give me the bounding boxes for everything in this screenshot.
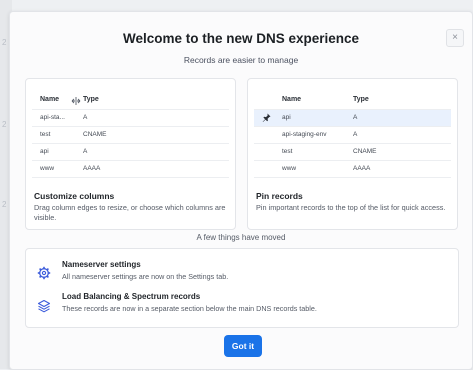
dialog-subtitle: Records are easier to manage bbox=[183, 55, 299, 65]
card-description: Drag column edges to resize, or choose w… bbox=[34, 203, 226, 222]
pin-icon bbox=[262, 113, 271, 124]
gear-icon bbox=[37, 266, 51, 280]
moved-item-title: Load Balancing & Spectrum records bbox=[62, 292, 201, 301]
background-mark: 2 bbox=[2, 38, 7, 47]
dialog-title: Welcome to the new DNS experience bbox=[122, 31, 360, 46]
table-row: test CNAME bbox=[32, 127, 229, 144]
record-type: AAAA bbox=[83, 165, 101, 172]
table-row: api-staging-env A bbox=[254, 127, 451, 144]
record-type: CNAME bbox=[83, 131, 107, 138]
moved-item-description: These records are now in a separate sect… bbox=[62, 304, 317, 313]
close-icon: × bbox=[452, 32, 458, 43]
record-type: A bbox=[83, 114, 88, 121]
table-row: www AAAA bbox=[254, 161, 451, 178]
welcome-dialog: Welcome to the new DNS experience Record… bbox=[9, 11, 473, 370]
table-row: api A bbox=[32, 144, 229, 161]
customize-columns-card: Name Type api-sta... A test CNAME api A … bbox=[25, 78, 236, 230]
record-type: A bbox=[353, 114, 358, 121]
moved-heading: A few things have moved bbox=[196, 233, 286, 242]
record-name: www bbox=[40, 165, 55, 172]
preview-table: Name Type api-sta... A test CNAME api A … bbox=[32, 89, 229, 178]
table-row-pinned: api A bbox=[254, 110, 451, 127]
record-type: CNAME bbox=[353, 148, 377, 155]
record-name: www bbox=[282, 165, 297, 172]
card-title: Pin records bbox=[256, 191, 303, 201]
record-name: api-staging-env bbox=[282, 131, 327, 138]
preview-table: Name Type api A api-staging-env A test C… bbox=[254, 89, 451, 178]
layers-icon bbox=[37, 299, 51, 313]
column-header-type: Type bbox=[83, 96, 99, 103]
column-resize-icon bbox=[71, 97, 81, 107]
table-row: api-sta... A bbox=[32, 110, 229, 127]
moved-item-description: All nameserver settings are now on the S… bbox=[62, 272, 229, 281]
record-name: api bbox=[40, 148, 49, 155]
record-name: api-sta... bbox=[40, 114, 65, 121]
background-mark: 2 bbox=[2, 200, 7, 209]
pin-records-card: Name Type api A api-staging-env A test C… bbox=[247, 78, 458, 230]
card-description: Pin important records to the top of the … bbox=[256, 203, 446, 212]
moved-items-panel: Nameserver settings All nameserver setti… bbox=[25, 248, 459, 328]
record-type: A bbox=[83, 148, 88, 155]
got-it-button[interactable]: Got it bbox=[224, 335, 262, 357]
card-title: Customize columns bbox=[34, 191, 115, 201]
record-name: api bbox=[282, 114, 291, 121]
record-type: AAAA bbox=[353, 165, 371, 172]
background-mark: 2 bbox=[2, 120, 7, 129]
record-name: test bbox=[282, 148, 293, 155]
record-name: test bbox=[40, 131, 51, 138]
record-type: A bbox=[353, 131, 358, 138]
table-header-row: Name Type bbox=[254, 89, 451, 110]
close-button[interactable]: × bbox=[446, 29, 464, 47]
moved-item-title: Nameserver settings bbox=[62, 260, 141, 269]
table-row: www AAAA bbox=[32, 161, 229, 178]
table-row: test CNAME bbox=[254, 144, 451, 161]
column-header-type: Type bbox=[353, 96, 369, 103]
column-header-name: Name bbox=[282, 96, 302, 103]
column-header-name: Name bbox=[40, 96, 60, 103]
table-header-row: Name Type bbox=[32, 89, 229, 110]
